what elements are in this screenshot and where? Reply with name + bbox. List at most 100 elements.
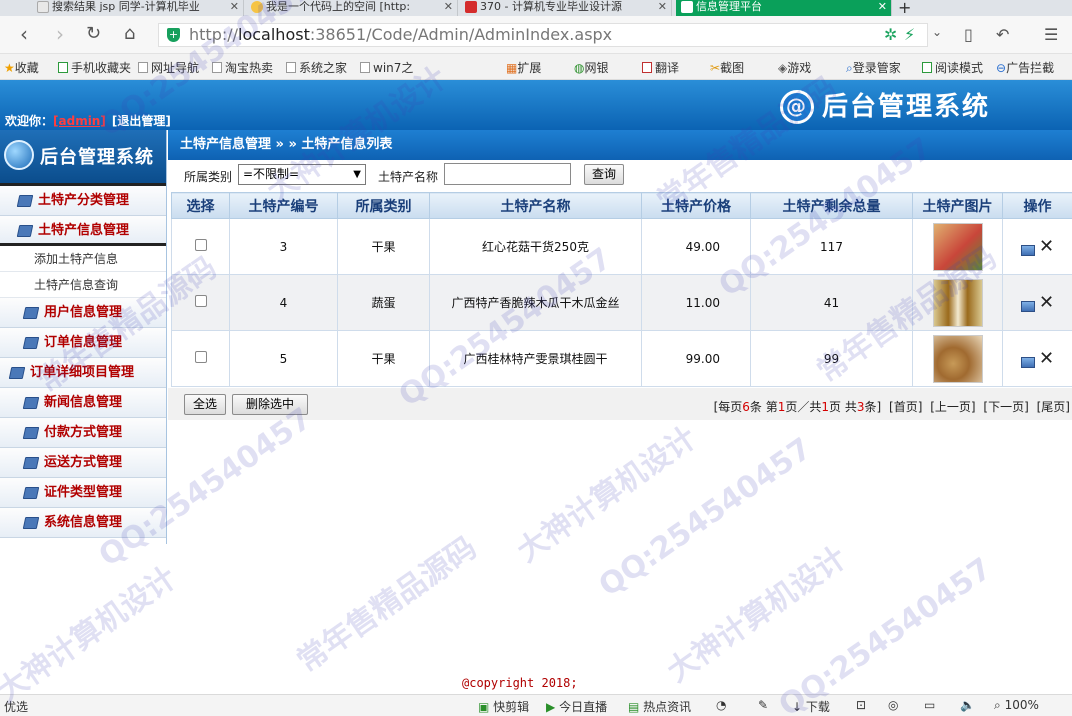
folder-icon [16,225,34,237]
first-page-link[interactable]: [首页] [889,400,922,414]
folder-icon [22,427,40,439]
delete-icon[interactable]: ✕ [1039,292,1054,313]
refresh-speed-icon[interactable]: ✲ [884,25,897,44]
bookmark-item[interactable]: 阅读模式 [922,59,983,76]
sidebar-item-user[interactable]: 用户信息管理 [0,298,166,328]
forward-icon[interactable]: › [56,22,64,46]
sidebar-item-category[interactable]: 土特产分类管理 [0,186,166,216]
folder-icon [22,307,40,319]
row-checkbox[interactable] [194,351,207,363]
chevron-down-icon: ▼ [353,169,361,180]
bookmark-item[interactable]: ★收藏 [4,59,39,76]
watermark: QQ:254540457 [772,551,999,716]
browser-tab-strip: 搜索结果 jsp 同学-计算机毕业 ✕ 我是一个代码上的空间 [http: ✕ … [0,0,1072,16]
tab-label: 我是一个代码上的空间 [http: [266,0,411,13]
username-link[interactable]: [admin] [53,114,106,128]
delete-selected-button[interactable]: 删除选中 [232,394,308,415]
back-icon[interactable]: ‹ [20,22,28,46]
watermark: 大神计算机设计 [0,560,184,710]
delete-icon[interactable]: ✕ [1039,236,1054,257]
close-icon[interactable]: ✕ [658,0,667,14]
reload-icon[interactable]: ↻ [86,22,101,46]
delete-icon[interactable]: ✕ [1039,348,1054,369]
gamepad-icon: ◈ [778,61,788,75]
close-icon[interactable]: ✕ [230,0,239,14]
bookmark-item[interactable]: ⊖广告拦截 [996,59,1054,76]
column-header: 土特产名称 [429,192,642,219]
lightning-icon[interactable]: ⚡ [904,25,915,44]
volume-icon[interactable]: 🔈 [960,698,975,712]
bookmark-item[interactable]: 淘宝热卖 [212,59,273,76]
new-tab-icon[interactable]: + [898,0,911,16]
category-select[interactable]: =不限制= ▼ [238,164,366,185]
id-cell: 4 [229,274,338,331]
bookmark-item[interactable]: ▦扩展 [506,59,541,76]
select-all-button[interactable]: 全选 [184,394,226,415]
bookmark-item[interactable]: 网址导航 [138,59,199,76]
bookmark-item[interactable]: 翻译 [642,59,679,76]
phone-icon[interactable]: ▯ [964,25,973,44]
name-input[interactable] [444,163,571,185]
watermark: 常年售精品源码 [290,530,484,680]
watermark: QQ:254540457 [592,431,819,604]
undo-icon[interactable]: ↶ [996,25,1009,44]
browser-tab[interactable]: 搜索结果 jsp 同学-计算机毕业 ✕ [32,0,244,16]
pager: [每页6条 第1页／共1页 共3条] [首页] [上一页] [下一页] [尾页] [713,400,1070,414]
menu-icon[interactable]: ☰ [1044,25,1058,44]
status-item[interactable]: ↓ 下载 [792,698,830,715]
bookmark-item[interactable]: 系统之家 [286,59,347,76]
status-item[interactable]: ▶ 今日直播 [546,698,607,715]
status-item[interactable]: ▤ 热点资讯 [628,698,691,715]
tab-label: 搜索结果 jsp 同学-计算机毕业 [52,0,200,13]
logout-link[interactable]: [退出管理] [112,114,171,128]
sidebar-item-system[interactable]: 系统信息管理 [0,508,166,538]
browser-tab[interactable]: 370 - 计算机专业毕业设计源 ✕ [460,0,672,16]
prev-page-link[interactable]: [上一页] [930,400,975,414]
crop-icon[interactable]: ⊡ [856,698,866,712]
sidebar-item-order-detail[interactable]: 订单详细项目管理 [0,358,166,388]
bookmark-item[interactable]: ◍网银 [574,59,609,76]
zoom-level[interactable]: ⌕ 100% [994,698,1039,713]
column-header: 土特产图片 [912,192,1003,219]
sidebar-item-order[interactable]: 订单信息管理 [0,328,166,358]
sidebar-item-payment[interactable]: 付款方式管理 [0,418,166,448]
row-checkbox[interactable] [194,239,207,251]
sidebar-subitem-add[interactable]: 添加土特产信息 [0,246,166,272]
folder-icon [22,487,40,499]
sidebar-item-shipping[interactable]: 运送方式管理 [0,448,166,478]
speed-icon[interactable]: ◔ [716,698,726,712]
status-item[interactable]: ▣ 快剪辑 [478,698,529,715]
sidebar-subitem-query[interactable]: 土特产信息查询 [0,272,166,298]
pin-icon[interactable]: ✎ [758,698,768,712]
watermark: 大神计算机设计 [510,420,704,570]
chevron-down-icon[interactable]: ⌄ [932,25,942,39]
edit-icon[interactable] [1020,301,1035,312]
browser-tab[interactable]: 我是一个代码上的空间 [http: ✕ [246,0,458,16]
sidebar-item-product[interactable]: 土特产信息管理 [0,216,166,246]
window-icon[interactable]: ▭ [924,698,935,712]
bookmark-item[interactable]: win7之 [360,59,413,76]
sidebar-item-id-type[interactable]: 证件类型管理 [0,478,166,508]
edit-icon[interactable] [1020,357,1035,368]
sidebar-item-news[interactable]: 新闻信息管理 [0,388,166,418]
edit-icon[interactable] [1020,245,1035,256]
page-icon [138,62,148,73]
bookmark-item[interactable]: ◈游戏 [778,59,811,76]
browser-icon[interactable]: ◎ [888,698,898,712]
bookmark-item[interactable]: ⌕登录管家 [846,59,901,76]
bookmark-item[interactable]: ✂截图 [710,59,744,76]
close-icon[interactable]: ✕ [878,0,887,14]
select-cell [171,330,230,387]
next-page-link[interactable]: [下一页] [983,400,1028,414]
bookmark-item[interactable]: 手机收藏夹 [58,59,131,76]
browser-tab-active[interactable]: 信息管理平台 ✕ [676,0,892,16]
home-icon[interactable]: ⌂ [124,22,135,46]
category-cell: 蔬蛋 [337,274,430,331]
shield-icon: + [167,28,180,42]
grid-icon: ▦ [506,61,518,75]
close-icon[interactable]: ✕ [444,0,453,14]
query-button[interactable]: 查询 [584,164,624,185]
url-field[interactable]: + http://localhost:38651/Code/Admin/Admi… [158,23,928,47]
last-page-link[interactable]: [尾页] [1037,400,1070,414]
row-checkbox[interactable] [194,295,207,307]
